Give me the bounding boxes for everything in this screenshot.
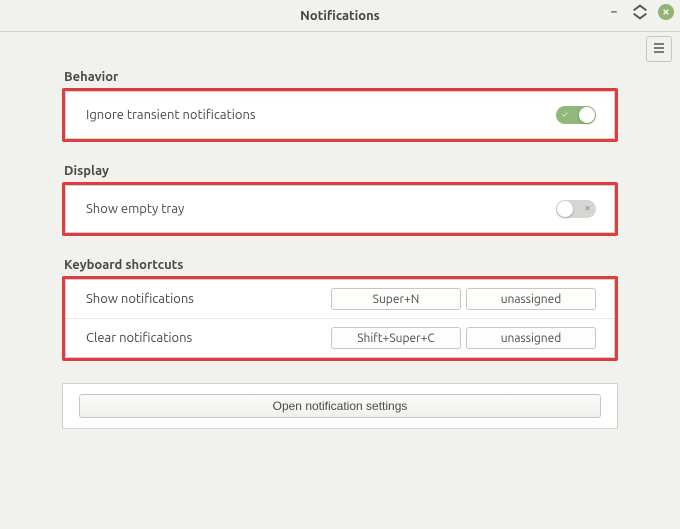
toggle-show-empty-tray[interactable]: ✕ xyxy=(556,200,596,218)
toggle-knob xyxy=(579,107,595,123)
close-button[interactable] xyxy=(658,4,674,20)
display-panel: Show empty tray ✕ xyxy=(65,185,615,233)
content-area: Behavior Ignore transient notifications … xyxy=(0,70,680,429)
shortcut-row-show: Show notifications Super+N unassigned xyxy=(66,280,614,318)
section-heading-display: Display xyxy=(62,164,618,178)
shortcut-box-clear-2[interactable]: unassigned xyxy=(466,327,596,349)
window-titlebar: Notifications – xyxy=(0,0,680,32)
section-heading-keyboard: Keyboard shortcuts xyxy=(62,258,618,272)
maximize-button[interactable] xyxy=(632,4,648,20)
window-title: Notifications xyxy=(300,9,380,23)
toggle-ignore-transient[interactable]: ✓ xyxy=(556,106,596,124)
display-highlight: Show empty tray ✕ xyxy=(62,182,618,236)
label-show-empty-tray: Show empty tray xyxy=(86,202,184,216)
shortcut-box-clear-1[interactable]: Shift+Super+C xyxy=(331,327,461,349)
shortcut-box-show-2[interactable]: unassigned xyxy=(466,288,596,310)
behavior-panel: Ignore transient notifications ✓ xyxy=(65,91,615,139)
row-ignore-transient: Ignore transient notifications ✓ xyxy=(66,92,614,138)
keyboard-highlight: Show notifications Super+N unassigned Cl… xyxy=(62,276,618,361)
row-show-empty-tray: Show empty tray ✕ xyxy=(66,186,614,232)
open-settings-panel: Open notification settings xyxy=(62,383,618,429)
shortcut-row-clear: Clear notifications Shift+Super+C unassi… xyxy=(66,318,614,357)
menu-button[interactable] xyxy=(646,36,672,62)
open-notification-settings-button[interactable]: Open notification settings xyxy=(79,394,601,418)
label-ignore-transient: Ignore transient notifications xyxy=(86,108,256,122)
shortcut-label-clear: Clear notifications xyxy=(86,331,331,345)
toolbar xyxy=(0,32,680,70)
shortcut-box-show-1[interactable]: Super+N xyxy=(331,288,461,310)
open-settings-wrapper: Open notification settings xyxy=(62,383,618,429)
x-icon: ✕ xyxy=(584,205,591,213)
toggle-knob xyxy=(557,201,573,217)
check-icon: ✓ xyxy=(562,111,568,119)
section-heading-behavior: Behavior xyxy=(62,70,618,84)
shortcut-label-show: Show notifications xyxy=(86,292,331,306)
minimize-button[interactable]: – xyxy=(606,4,622,20)
keyboard-panel: Show notifications Super+N unassigned Cl… xyxy=(65,279,615,358)
window-controls: – xyxy=(606,4,674,20)
behavior-highlight: Ignore transient notifications ✓ xyxy=(62,88,618,142)
menu-icon xyxy=(653,42,665,57)
